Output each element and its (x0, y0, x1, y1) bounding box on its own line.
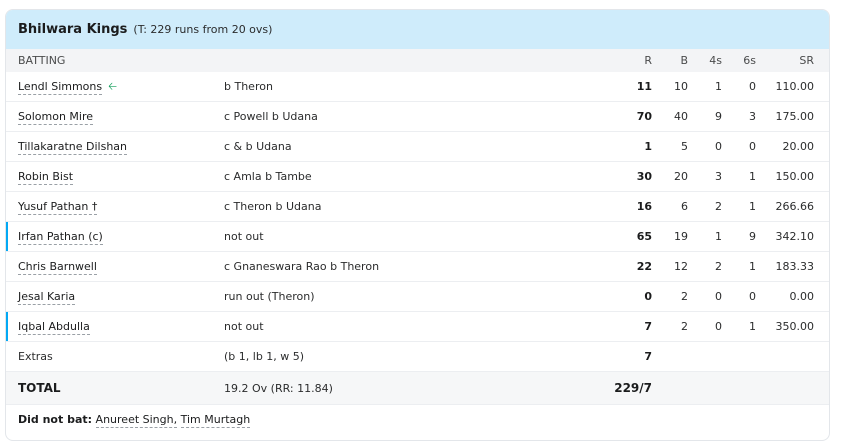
sixes: 1 (749, 260, 756, 273)
strike-rate: 350.00 (775, 320, 815, 333)
total-overs: 19.2 Ov (RR: 11.84) (224, 382, 333, 395)
strike-rate: 110.00 (775, 80, 815, 93)
col-strike-rate: SR (799, 54, 814, 67)
dismissal: c Theron b Udana (224, 200, 322, 213)
runs: 0 (644, 290, 652, 303)
dismissal: not out (224, 320, 264, 333)
col-batting: BATTING (18, 54, 66, 67)
runs: 7 (644, 320, 652, 333)
total-label: TOTAL (18, 381, 61, 395)
balls: 6 (681, 200, 688, 213)
balls: 2 (681, 290, 688, 303)
strike-rate: 150.00 (775, 170, 815, 183)
extras-value: 7 (644, 350, 652, 363)
target-text: (T: 229 runs from 20 ovs) (133, 23, 273, 36)
runs: 16 (636, 200, 652, 213)
batter-row: Jesal Karia run out (Theron) 0 2 0 0 0.0… (6, 282, 829, 312)
dismissal: run out (Theron) (224, 290, 315, 303)
fours: 3 (715, 170, 722, 183)
batter-row: Chris Barnwell c Gnaneswara Rao b Theron… (6, 252, 829, 282)
strike-rate: 266.66 (775, 200, 815, 213)
strike-rate: 175.00 (775, 110, 815, 123)
dismissal: c Gnaneswara Rao b Theron (224, 260, 380, 273)
dismissal: b Theron (224, 80, 273, 93)
total-row: TOTAL 19.2 Ov (RR: 11.84) 229/7 (6, 372, 829, 405)
batter-row: Iqbal Abdulla not out 7 2 0 1 350.00 (6, 312, 829, 342)
fours: 0 (715, 320, 722, 333)
col-sixes: 6s (743, 54, 756, 67)
batter-row: Lendl Simmons 🡠 b Theron 11 10 1 0 110.00 (6, 72, 829, 102)
sixes: 3 (749, 110, 756, 123)
balls: 20 (674, 170, 688, 183)
dismissal: c Amla b Tambe (224, 170, 312, 183)
batter-name-link[interactable]: Jesal Karia (18, 290, 76, 305)
col-runs: R (644, 54, 652, 67)
balls: 5 (681, 140, 688, 153)
batter-name-link[interactable]: Yusuf Pathan † (18, 200, 98, 215)
batter-row: Robin Bist c Amla b Tambe 30 20 3 1 150.… (6, 162, 829, 192)
fours: 1 (715, 80, 722, 93)
sixes: 1 (749, 170, 756, 183)
total-score: 229/7 (614, 381, 652, 395)
dismissal: c & b Udana (224, 140, 292, 153)
batter-row: Tillakaratne Dilshan c & b Udana 1 5 0 0… (6, 132, 829, 162)
strike-rate: 20.00 (782, 140, 815, 153)
runs: 65 (636, 230, 652, 243)
sixes: 0 (749, 140, 756, 153)
team-name: Bhilwara Kings (18, 22, 128, 37)
runs: 1 (644, 140, 652, 153)
dismissal: c Powell b Udana (224, 110, 318, 123)
runs: 11 (636, 80, 652, 93)
balls: 2 (681, 320, 688, 333)
not-out-marker (6, 312, 8, 341)
batter-row: Solomon Mire c Powell b Udana 70 40 9 3 … (6, 102, 829, 132)
strike-rate: 342.10 (775, 230, 815, 243)
did-not-bat-label: Did not bat: (18, 413, 93, 426)
runs: 30 (636, 170, 652, 183)
arrow-left-icon: 🡠 (108, 80, 118, 93)
column-header-row: BATTING R B 4s 6s SR (6, 49, 829, 72)
balls: 12 (674, 260, 688, 273)
batter-name-link[interactable]: Robin Bist (18, 170, 74, 185)
runs: 22 (636, 260, 652, 273)
col-fours: 4s (709, 54, 722, 67)
batter-name-link[interactable]: Chris Barnwell (18, 260, 97, 275)
sixes: 0 (749, 80, 756, 93)
extras-label: Extras (18, 350, 53, 363)
scorecard: Bhilwara Kings (T: 229 runs from 20 ovs)… (5, 9, 830, 441)
sixes: 0 (749, 290, 756, 303)
not-out-marker (6, 222, 8, 251)
batter-name-link[interactable]: Tillakaratne Dilshan (18, 140, 128, 155)
sixes: 1 (749, 200, 756, 213)
fours: 0 (715, 140, 722, 153)
fours: 2 (715, 200, 722, 213)
batter-name-link[interactable]: Iqbal Abdulla (18, 320, 90, 335)
fours: 2 (715, 260, 722, 273)
batter-row: Yusuf Pathan † c Theron b Udana 16 6 2 1… (6, 192, 829, 222)
sixes: 1 (749, 320, 756, 333)
balls: 10 (674, 80, 688, 93)
batter-name-link[interactable]: Lendl Simmons (18, 80, 103, 95)
fours: 9 (715, 110, 722, 123)
fours: 0 (715, 290, 722, 303)
extras-detail: (b 1, lb 1, w 5) (224, 350, 305, 363)
balls: 40 (674, 110, 688, 123)
balls: 19 (674, 230, 688, 243)
batter-name-link[interactable]: Solomon Mire (18, 110, 94, 125)
dismissal: not out (224, 230, 264, 243)
scorecard-header: Bhilwara Kings (T: 229 runs from 20 ovs) (6, 10, 829, 49)
strike-rate: 0.00 (789, 290, 815, 303)
col-balls: B (680, 54, 688, 67)
batter-row: Irfan Pathan (c) not out 65 19 1 9 342.1… (6, 222, 829, 252)
runs: 70 (636, 110, 652, 123)
sixes: 9 (749, 230, 756, 243)
batter-name-link[interactable]: Irfan Pathan (c) (18, 230, 103, 245)
strike-rate: 183.33 (775, 260, 815, 273)
fours: 1 (715, 230, 722, 243)
did-not-bat-row: Did not bat: Anureet Singh, Tim Murtagh (6, 405, 829, 437)
extras-row: Extras (b 1, lb 1, w 5) 7 (6, 342, 829, 372)
